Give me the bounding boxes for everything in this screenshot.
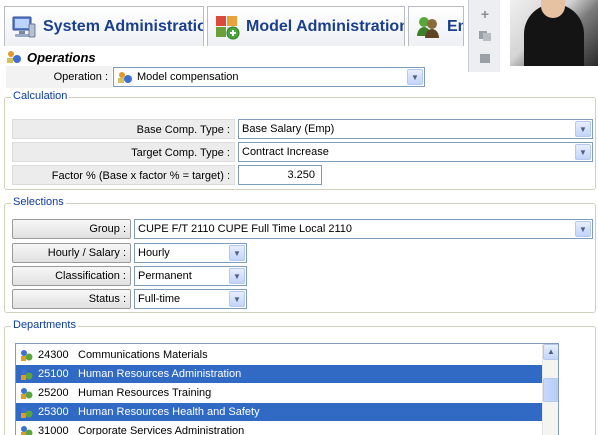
chevron-down-icon[interactable]: ▼ (229, 291, 245, 307)
department-icon (20, 368, 34, 381)
side-toolbar: + (468, 0, 500, 72)
puzzle-model-icon (214, 14, 240, 40)
factor-percent-label: Factor % (Base x factor % = target) : (12, 165, 235, 185)
delete-icon[interactable] (477, 52, 493, 64)
list-item[interactable]: 25200 Human Resources Training (16, 384, 544, 402)
chevron-down-icon[interactable]: ▼ (229, 268, 245, 284)
chevron-down-icon[interactable]: ▼ (575, 121, 591, 137)
chevron-down-icon[interactable]: ▼ (575, 144, 591, 160)
list-item[interactable]: 25100 Human Resources Administration (16, 365, 544, 383)
operation-row: Operation : Model compensation ▼ (6, 66, 425, 88)
operation-label: Operation : (6, 66, 112, 88)
computer-admin-icon (11, 14, 37, 40)
tab-model-administration[interactable]: Model Administration (207, 6, 405, 46)
base-comp-type-select[interactable]: Base Salary (Emp) ▼ (238, 119, 593, 139)
classification-select[interactable]: Permanent ▼ (134, 266, 247, 286)
operations-icon (117, 71, 133, 84)
operation-select[interactable]: Model compensation ▼ (113, 67, 425, 87)
selections-legend: Selections (11, 196, 66, 208)
tab-label: Model Administration (246, 17, 405, 35)
hourly-salary-button[interactable]: Hourly / Salary : (12, 243, 131, 263)
departments-list[interactable]: 24300 Communications Materials 25100 Hum… (15, 343, 559, 435)
departments-group: Departments 24300 Communications Materia… (4, 319, 596, 435)
hourly-salary-select[interactable]: Hourly ▼ (134, 243, 247, 263)
scrollbar-thumb[interactable] (543, 378, 558, 402)
employee-icon (415, 14, 441, 40)
classification-button[interactable]: Classification : (12, 266, 131, 286)
group-button[interactable]: Group : (12, 219, 131, 239)
chevron-down-icon[interactable]: ▼ (229, 245, 245, 261)
tab-label: Em (447, 17, 463, 35)
target-comp-type-label: Target Comp. Type : (12, 142, 235, 162)
departments-legend: Departments (11, 319, 78, 331)
tab-employee[interactable]: Em (408, 6, 464, 46)
chevron-down-icon[interactable]: ▼ (407, 69, 423, 85)
tab-label: System Administration (43, 17, 204, 35)
selections-group: Selections Group : CUPE F/T 2110 CUPE Fu… (4, 196, 596, 313)
departments-scrollbar[interactable]: ▲ (542, 344, 558, 435)
department-icon (20, 349, 34, 362)
department-icon (20, 387, 34, 400)
add-icon[interactable]: + (477, 7, 493, 21)
chevron-down-icon[interactable]: ▼ (575, 221, 591, 237)
list-item[interactable]: 25300 Human Resources Health and Safety (16, 403, 544, 421)
target-comp-type-select[interactable]: Contract Increase ▼ (238, 142, 593, 162)
module-tabstrip: System Administration Model Administrati… (0, 0, 470, 48)
chevron-up-icon[interactable]: ▲ (543, 344, 558, 360)
list-item[interactable]: 24300 Communications Materials (16, 346, 544, 364)
employee-photo (510, 0, 598, 66)
factor-percent-input[interactable]: 3.250 (238, 165, 322, 185)
calculation-legend: Calculation (11, 90, 70, 102)
tab-system-administration[interactable]: System Administration (4, 6, 204, 46)
group-select[interactable]: CUPE F/T 2110 CUPE Full Time Local 2110 … (134, 219, 593, 239)
operations-icon (6, 50, 22, 64)
department-icon (20, 406, 34, 419)
status-select[interactable]: Full-time ▼ (134, 289, 247, 309)
list-item[interactable]: 31000 Corporate Services Administration (16, 422, 544, 435)
copy-icon[interactable] (477, 30, 493, 42)
department-icon (20, 425, 34, 435)
calculation-group: Calculation Base Comp. Type : Base Salar… (4, 90, 596, 190)
base-comp-type-label: Base Comp. Type : (12, 119, 235, 139)
status-button[interactable]: Status : (12, 289, 131, 309)
operations-title: Operations (6, 48, 96, 66)
